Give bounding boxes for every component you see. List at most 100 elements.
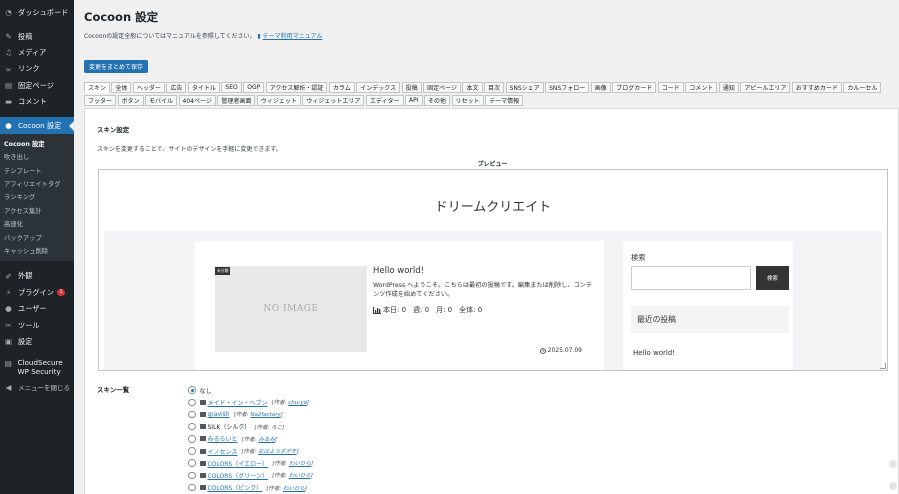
submenu-item[interactable]: バックアップ [0,230,74,243]
tab-item[interactable]: 画像 [590,82,611,93]
tab-item[interactable]: 固定ページ [423,82,461,93]
tab-item[interactable]: 本文 [462,82,483,93]
submenu-item[interactable]: ランキング [0,190,74,203]
tab-item[interactable]: アピールエリア [740,82,791,93]
sidebar-item-pin[interactable]: ✎ 投稿 [0,28,74,44]
sidebar-item-tool[interactable]: ✂ ツール [0,317,74,333]
tab-item[interactable]: ブログカード [612,82,657,93]
tab-item[interactable]: フッター [84,94,117,106]
tab-item[interactable]: その他 [424,94,451,106]
tab-item[interactable]: アクセス解析・認証 [265,82,328,93]
tab-item[interactable]: ヘッダー [132,82,165,93]
skin-radio[interactable] [188,459,196,467]
sidebar-item-appearance[interactable]: ✐ 外観 [0,268,74,284]
tab-item[interactable]: 目次 [484,82,505,93]
author-link[interactable]: みるみ [258,437,275,443]
skin-name[interactable]: メイド・イン・ヘブン [208,398,268,407]
skin-option[interactable]: gravish [作者: Na2factory] [188,408,313,420]
tab-item[interactable]: SNSシェア [505,82,544,93]
tab-item[interactable]: 広告 [166,82,187,93]
sidebar-item-settings[interactable]: ▣ 設定 [0,334,74,350]
tab-item[interactable]: おすすめカード [791,82,842,93]
tab-item[interactable]: ウィジェット [256,94,301,106]
skin-option[interactable]: COLORS（グリーン） [作者: わいひら] [188,469,313,481]
sidebar-item-plugin[interactable]: ⚡ プラグイン 1 [0,285,74,301]
author-link[interactable]: わいひら [283,486,305,492]
tab-item[interactable]: OGP [243,82,265,93]
sidebar-item-media[interactable]: ♫ メディア [0,45,74,61]
sidebar-item-user[interactable]: ● ユーザー [0,301,74,317]
skin-option[interactable]: なし [188,384,313,396]
sidebar-item-dashboard[interactable]: ◔ ダッシュボード [0,5,74,21]
preview-search-input[interactable] [631,266,751,290]
skin-option[interactable]: メイド・イン・ヘブン [作者: chu-ya] [188,396,313,408]
submenu-item[interactable]: アフィリエイトタグ [0,177,74,190]
skin-radio[interactable] [188,483,196,492]
book-icon: ▮ [257,33,261,40]
tab-item[interactable]: 404ページ [178,94,216,106]
tab-item[interactable]: カラム [328,82,355,93]
tab-item[interactable]: API [405,94,423,106]
tab-item[interactable]: タイトル [187,82,220,93]
tab-item[interactable]: ボタン [117,94,144,106]
skin-radio[interactable] [188,447,196,455]
skin-option[interactable]: みるらいと [作者: みるみ] [188,433,313,445]
tab-item[interactable]: コメント [685,82,718,93]
tab-item[interactable]: 通知 [718,82,739,93]
save-all-button[interactable]: 変更をまとめて保存 [84,60,149,73]
manual-link[interactable]: テーマ利用マニュアル [263,33,323,40]
tab-item[interactable]: インデックス [356,82,401,93]
sidebar-item-cocoon[interactable]: ● Cocoon 設定 [0,117,74,134]
skin-name[interactable]: COLORS（グリーン） [208,471,268,480]
tab-item[interactable]: SEO [221,82,242,93]
tab-item[interactable]: ウィジェットエリア [302,94,365,106]
skin-option[interactable]: COLORS（イエロー） [作者: わいひら] [188,457,313,469]
tab-item[interactable]: カルーセル [843,82,882,93]
author-link[interactable]: わいひら [289,461,311,467]
tab-item[interactable]: テーマ情報 [485,94,524,106]
sidebar-item-link[interactable]: ∞ リンク [0,61,74,77]
tab-item[interactable]: スキン [84,82,110,93]
skin-option[interactable]: COLORS（ピンク） [作者: わいひら] [188,482,313,494]
skin-radio[interactable] [188,422,196,431]
author-link[interactable]: おはようボデチ [258,449,297,455]
skin-option[interactable]: SILK（シルク） [作者: ろこ] [188,421,313,433]
skin-radio[interactable] [188,435,196,443]
tab-item[interactable]: 全体 [111,82,132,93]
submenu-item[interactable]: キャッシュ削除 [0,244,74,257]
tab-item[interactable]: リセット [451,94,484,106]
skin-name[interactable]: gravish [208,411,230,418]
tab-item[interactable]: 管理者画面 [217,94,256,106]
tab-item[interactable]: SNSフォロー [545,82,590,93]
tab-item[interactable]: コード [657,82,684,93]
submenu-item[interactable]: テンプレート [0,164,74,177]
tab-item[interactable]: 投稿 [401,82,422,93]
submenu-item[interactable]: アクセス集計 [0,204,74,217]
skin-option[interactable]: イノセンス [作者: おはようボデチ] [188,445,313,457]
skin-radio[interactable] [188,398,196,407]
author-link[interactable]: わいひら [289,473,311,479]
submenu-item[interactable]: 吹き出し [0,150,74,163]
author-link[interactable]: Na2factory [250,412,280,418]
sidebar-item-comment[interactable]: ▬ コメント [0,94,74,110]
author-link[interactable]: chu-ya [288,400,307,406]
tab-item[interactable]: エディター [365,94,404,106]
submenu-item[interactable]: Cocoon 設定 [0,137,74,150]
submenu-item[interactable]: 高速化 [0,217,74,230]
skin-name[interactable]: みるらいと [208,434,238,443]
sidebar-item-cloudsecure[interactable]: ▤ CloudSecure WP Security [0,357,74,379]
collapse-menu-button[interactable]: ◀ メニューを閉じる [0,379,74,395]
tab-item[interactable]: モバイル [145,94,178,106]
skin-radio[interactable] [188,386,196,394]
skin-preview-frame[interactable]: ドリームクリエイト NO IMAGE 未分類 Hello world! Word… [98,169,888,371]
skin-name[interactable]: COLORS（ピンク） [208,483,263,492]
skin-radio[interactable] [188,410,196,419]
resize-handle[interactable] [880,363,886,369]
sidebar-item-page[interactable]: ▤ 固定ページ [0,78,74,94]
skin-name[interactable]: COLORS（イエロー） [208,459,269,468]
preview-post-card[interactable]: NO IMAGE 未分類 Hello world! WordPress へようこ… [195,241,604,370]
recent-post-link[interactable]: Hello world! [633,349,675,357]
skin-radio[interactable] [188,471,196,480]
preview-search-button[interactable]: 検索 [756,266,789,290]
skin-name[interactable]: イノセンス [208,447,238,456]
